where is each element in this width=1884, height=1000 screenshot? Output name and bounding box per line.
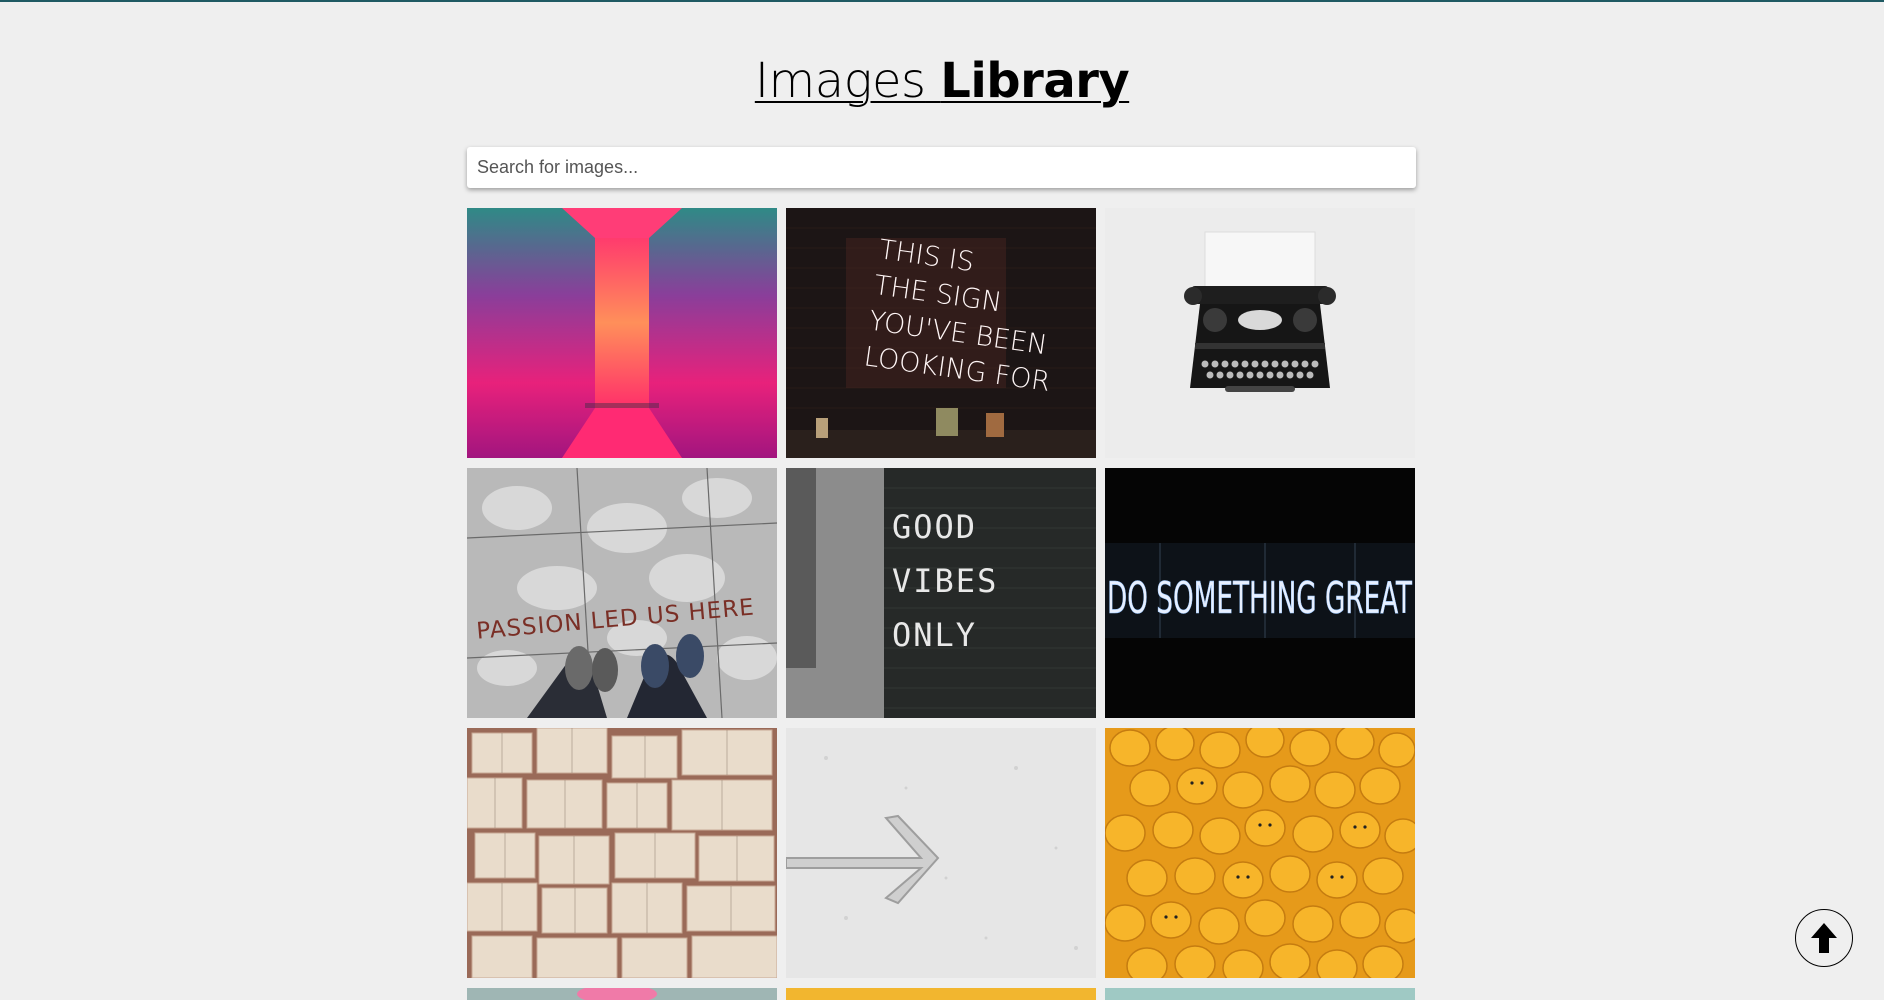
do-something-great-text: DO SOMETHING GREAT — [1107, 573, 1413, 624]
neon-sign-graphic: THIS IS THE SIGN YOU'VE BEEN LOOKING FOR — [786, 208, 1096, 458]
lego-heads-graphic — [1105, 728, 1415, 978]
image-tile-partial-3[interactable] — [1105, 988, 1415, 1000]
open-books-image[interactable] — [467, 728, 777, 978]
typewriter-image[interactable] — [1105, 208, 1415, 458]
partial-graphic-1 — [467, 988, 777, 1000]
arrow-wall-image[interactable] — [786, 728, 1096, 978]
scroll-to-top-button[interactable] — [1795, 909, 1853, 967]
good-vibes-board-image[interactable]: GOOD VIBES ONLY — [786, 468, 1096, 718]
good-vibes-graphic: GOOD VIBES ONLY — [786, 468, 1096, 718]
title-bold: Library — [940, 53, 1130, 109]
do-something-great-graphic: DO SOMETHING GREAT — [1105, 468, 1415, 718]
partial-graphic-2 — [786, 988, 1096, 1000]
neon-hallway-graphic — [467, 208, 777, 458]
good-vibes-line-3: ONLY — [892, 616, 977, 654]
passion-floor-graphic: PASSION LED US HERE — [467, 468, 777, 718]
lego-heads-image[interactable] — [1105, 728, 1415, 978]
title-regular: Images — [754, 53, 926, 109]
arrow-up-icon — [1811, 923, 1837, 953]
good-vibes-line-1: GOOD — [892, 508, 977, 546]
typewriter-graphic — [1105, 208, 1415, 458]
image-tile-partial-1[interactable] — [467, 988, 777, 1000]
page-title: Images Library — [0, 52, 1884, 110]
open-books-graphic — [467, 728, 777, 978]
do-something-great-image[interactable]: DO SOMETHING GREAT — [1105, 468, 1415, 718]
arrow-wall-graphic — [786, 728, 1096, 978]
passion-floor-image[interactable]: PASSION LED US HERE — [467, 468, 777, 718]
neon-hallway-image[interactable] — [467, 208, 777, 458]
partial-graphic-3 — [1105, 988, 1415, 1000]
search-input[interactable] — [467, 147, 1416, 188]
neon-sign-image[interactable]: THIS IS THE SIGN YOU'VE BEEN LOOKING FOR — [786, 208, 1096, 458]
good-vibes-line-2: VIBES — [892, 562, 998, 600]
image-tile-partial-2[interactable] — [786, 988, 1096, 1000]
